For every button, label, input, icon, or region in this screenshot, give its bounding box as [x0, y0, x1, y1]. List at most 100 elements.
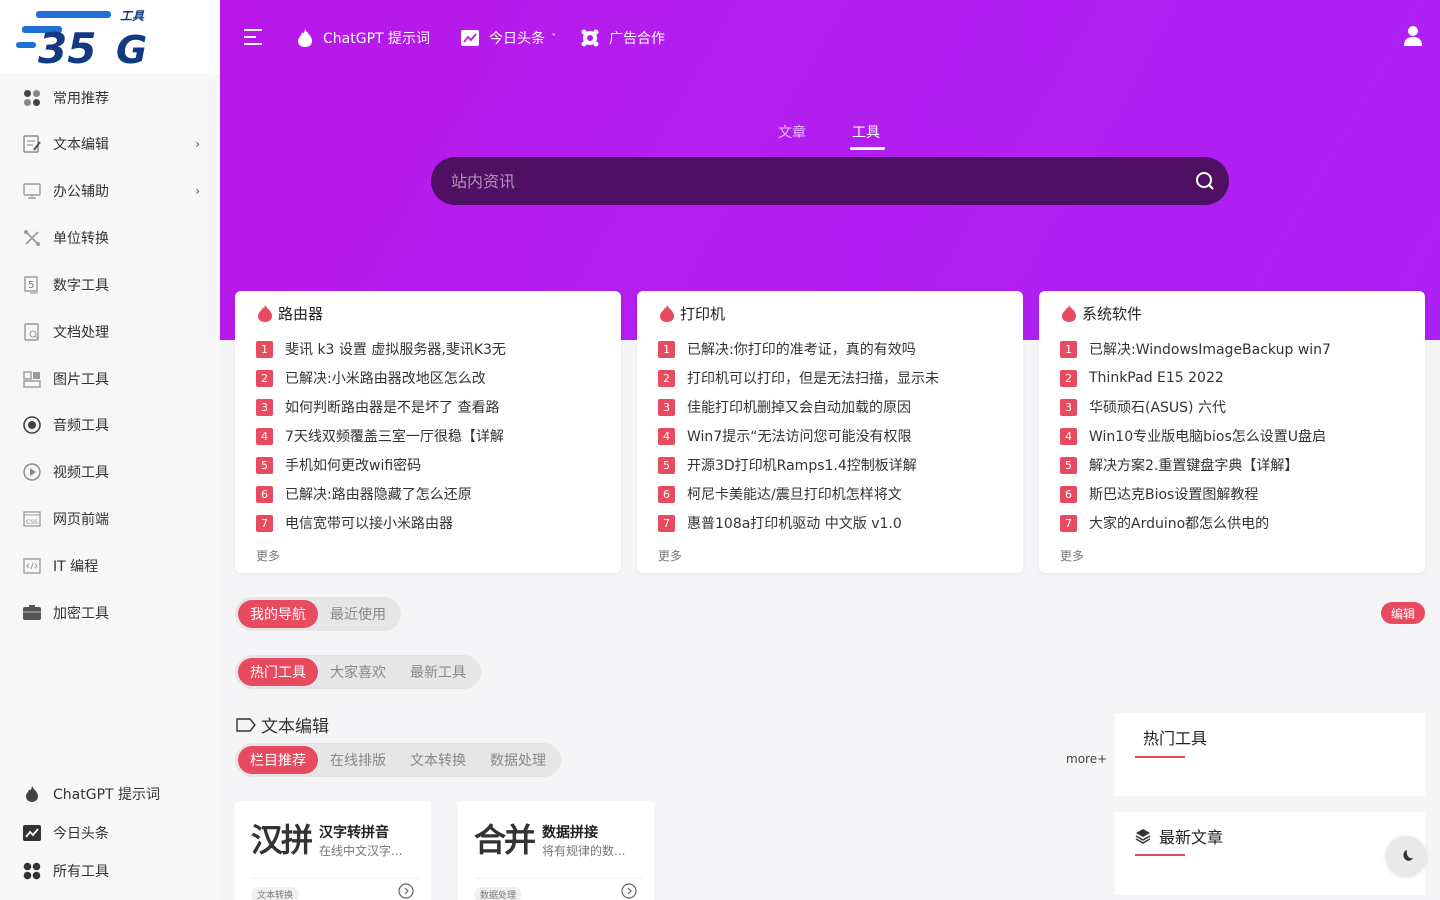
- list-item[interactable]: 3 如何判断路由器是不是坏了 查看路: [256, 397, 499, 417]
- tab-recent[interactable]: 最近使用: [318, 600, 398, 628]
- sidebar-item-programming[interactable]: IT 编程: [0, 546, 220, 586]
- search-tab-articles[interactable]: 文章: [778, 122, 806, 142]
- arrow-right-icon[interactable]: [621, 883, 637, 900]
- card-title[interactable]: 打印机: [659, 303, 725, 324]
- tab-data-process[interactable]: 数据处理: [478, 746, 558, 774]
- logo-text: 工具: [120, 9, 145, 23]
- theme-toggle-button[interactable]: [1386, 836, 1426, 876]
- sidebar-item-frontend[interactable]: CSS 网页前端: [0, 499, 220, 539]
- tool-name: 汉字转拼音: [319, 825, 389, 841]
- rank-badge: 1: [256, 340, 273, 358]
- list-item[interactable]: 5 解决方案2.重置键盘字典【详解】: [1060, 455, 1298, 475]
- list-item[interactable]: 1 已解决:WindowsImageBackup win7: [1060, 339, 1331, 359]
- list-item[interactable]: 3 华硕顽石(ASUS) 六代: [1060, 397, 1226, 417]
- tab-hot-tools[interactable]: 热门工具: [238, 658, 318, 686]
- list-item-text: 解决方案2.重置键盘字典【详解】: [1089, 458, 1299, 474]
- tab-layout[interactable]: 在线排版: [318, 746, 398, 774]
- widget-title-text: 最新文章: [1159, 828, 1224, 847]
- lock-box-icon: [22, 603, 42, 623]
- shield-icon: [580, 28, 600, 48]
- sidebar-item-document[interactable]: 文档处理: [0, 312, 220, 352]
- more-link[interactable]: 更多: [1060, 547, 1084, 564]
- menu-toggle-icon[interactable]: [243, 28, 263, 50]
- list-item[interactable]: 7 电信宽带可以接小米路由器: [256, 513, 453, 533]
- more-link[interactable]: 更多: [256, 547, 280, 564]
- logo[interactable]: 35 G 工具: [0, 0, 220, 74]
- sidebar-item-label: 网页前端: [53, 512, 109, 528]
- search-icon[interactable]: [1195, 171, 1215, 195]
- sidebar-footer-headlines[interactable]: 今日头条: [0, 813, 220, 853]
- more-link[interactable]: more+: [1066, 752, 1107, 766]
- list-item[interactable]: 5 手机如何更改wifi密码: [256, 455, 421, 475]
- fire-icon: [660, 305, 674, 322]
- audio-icon: [22, 415, 42, 435]
- list-item[interactable]: 2 ThinkPad E15 2022: [1060, 368, 1224, 388]
- sidebar-item-number[interactable]: 5 数字工具: [0, 265, 220, 305]
- list-item[interactable]: 6 柯尼卡美能达/震旦打印机怎样将文: [658, 484, 902, 504]
- list-item[interactable]: 2 已解决:小米路由器改地区怎么改: [256, 368, 486, 388]
- svg-text:5: 5: [28, 280, 34, 291]
- sidebar-item-text-edit[interactable]: 文本编辑 ›: [0, 124, 220, 164]
- tool-card[interactable]: 汉拼 汉字转拼音 在线中文汉字... 文本转换: [235, 801, 431, 900]
- code-icon: [22, 556, 42, 576]
- user-icon[interactable]: [1403, 25, 1423, 51]
- sidebar-item-label: IT 编程: [53, 559, 99, 575]
- list-item[interactable]: 7 大家的Arduino都怎么供电的: [1060, 513, 1269, 533]
- sidebar-footer-all-tools[interactable]: 所有工具: [0, 851, 220, 891]
- sidebar-item-image[interactable]: 图片工具: [0, 359, 220, 399]
- widget-title: 最新文章: [1135, 824, 1223, 848]
- fire-icon: [258, 305, 272, 322]
- sidebar-item-unit-convert[interactable]: 单位转换: [0, 218, 220, 258]
- flame-icon: [22, 784, 42, 804]
- list-item[interactable]: 6 斯巴达克Bios设置图解教程: [1060, 484, 1258, 504]
- sidebar-item-office[interactable]: 办公辅助 ›: [0, 171, 220, 211]
- tool-tag[interactable]: 文本转换: [251, 887, 300, 900]
- sidebar-item-video[interactable]: 视频工具: [0, 452, 220, 492]
- svg-text:CSS: CSS: [26, 519, 38, 526]
- edit-button[interactable]: 编辑: [1381, 602, 1425, 624]
- sidebar-item-audio[interactable]: 音频工具: [0, 405, 220, 445]
- sidebar: 35 G 工具 常用推荐 文本编辑 › 办公辅助 › 单位转换 5 数字工具 文…: [0, 0, 220, 900]
- topnav-headlines[interactable]: 今日头条 ˇ: [460, 26, 557, 50]
- tab-popular[interactable]: 大家喜欢: [318, 658, 398, 686]
- tool-logo: 合并: [474, 821, 536, 859]
- sidebar-footer-chatgpt[interactable]: ChatGPT 提示词: [0, 774, 220, 814]
- sidebar-item-common[interactable]: 常用推荐: [0, 78, 220, 118]
- list-item-text: 已解决:路由器隐藏了怎么还原: [285, 487, 472, 503]
- rank-badge: 7: [256, 514, 273, 532]
- tab-text-convert[interactable]: 文本转换: [398, 746, 478, 774]
- list-item[interactable]: 3 佳能打印机删掉又会自动加载的原因: [658, 397, 911, 417]
- list-item[interactable]: 1 已解决:你打印的准考证，真的有效吗: [658, 339, 916, 359]
- divider: [251, 878, 419, 879]
- list-item[interactable]: 4 7天线双频覆盖三室一厅很稳【详解: [256, 426, 504, 446]
- card-title-text: 打印机: [680, 305, 726, 323]
- topnav-label: 今日头条: [489, 31, 545, 47]
- list-item[interactable]: 4 Win7提示“无法访问您可能没有权限: [658, 426, 911, 446]
- list-item[interactable]: 7 惠普108a打印机驱动 中文版 v1.0: [658, 513, 902, 533]
- tab-my-nav[interactable]: 我的导航: [238, 600, 318, 628]
- news-card-router: 路由器 1 斐讯 k3 设置 虚拟服务器,斐讯K3无 2 已解决:小米路由器改地区怎…: [235, 291, 621, 573]
- list-item[interactable]: 5 开源3D打印机Ramps1.4控制板详解: [658, 455, 917, 475]
- arrow-right-icon[interactable]: [398, 883, 414, 900]
- list-item[interactable]: 6 已解决:路由器隐藏了怎么还原: [256, 484, 472, 504]
- sidebar-item-label: 视频工具: [53, 465, 109, 481]
- list-item[interactable]: 4 Win10专业版电脑bios怎么设置U盘启: [1060, 426, 1326, 446]
- tab-new-tools[interactable]: 最新工具: [398, 658, 478, 686]
- search-input[interactable]: [451, 171, 1171, 191]
- active-tab-indicator: [850, 147, 885, 150]
- search-tab-tools[interactable]: 工具: [852, 122, 880, 142]
- card-title[interactable]: 系统软件: [1061, 303, 1142, 324]
- hot-tool-tabs: 热门工具 大家喜欢 最新工具: [235, 655, 481, 689]
- list-item[interactable]: 1 斐讯 k3 设置 虚拟服务器,斐讯K3无: [256, 339, 506, 359]
- card-title[interactable]: 路由器: [257, 303, 323, 324]
- section-title: 文本编辑: [236, 712, 329, 737]
- more-link[interactable]: 更多: [658, 547, 682, 564]
- topnav-chatgpt[interactable]: ChatGPT 提示词: [296, 26, 430, 50]
- tab-featured[interactable]: 栏目推荐: [238, 746, 318, 774]
- topnav-ads[interactable]: 广告合作: [580, 26, 665, 50]
- list-item[interactable]: 2 打印机可以打印，但是无法扫描，显示未: [658, 368, 939, 388]
- topnav-label: 广告合作: [609, 31, 665, 47]
- tool-tag[interactable]: 数据处理: [474, 887, 523, 900]
- tool-card[interactable]: 合并 数据拼接 将有规律的数... 数据处理: [458, 801, 654, 900]
- sidebar-item-encryption[interactable]: 加密工具: [0, 593, 220, 633]
